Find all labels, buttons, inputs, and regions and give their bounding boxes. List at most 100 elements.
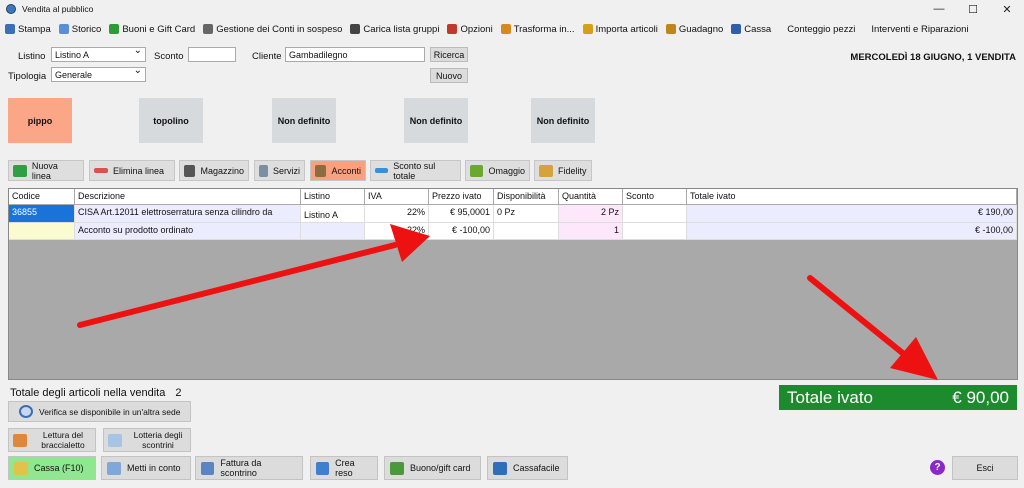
lettura-braccialetto-button[interactable]: Lettura del braccialetto — [8, 428, 96, 452]
minimize-icon[interactable]: — — [922, 0, 956, 18]
menu-label: Importa articoli — [595, 23, 658, 35]
ledger-icon — [203, 24, 214, 34]
cash-register-icon — [731, 24, 742, 34]
tile-non-definito-2[interactable]: Non definito — [404, 98, 468, 143]
acconti-button[interactable]: Acconti — [310, 160, 366, 181]
listino-select[interactable]: Listino A — [51, 45, 146, 62]
help-icon[interactable]: ? — [930, 460, 945, 475]
col-listino[interactable]: Listino — [301, 189, 365, 204]
col-codice[interactable]: Codice — [9, 189, 75, 204]
menu-importa-articoli[interactable]: Importa articoli — [582, 23, 658, 35]
close-icon[interactable]: ✕ — [990, 0, 1024, 18]
cell-descrizione[interactable]: Acconto su prodotto ordinato — [75, 223, 301, 239]
menu-conteggio-pezzi[interactable]: Conteggio pezzi — [787, 24, 855, 35]
cell-listino[interactable] — [301, 223, 365, 239]
cell-codice[interactable] — [9, 223, 75, 239]
col-totale-ivato[interactable]: Totale ivato — [687, 189, 1017, 204]
cliente-input[interactable]: Gambadilegno — [285, 47, 425, 62]
tile-pippo[interactable]: pippo — [8, 98, 72, 143]
cell-codice[interactable]: 36855 — [9, 205, 75, 222]
menu-storico[interactable]: Storico — [58, 24, 101, 35]
minus-icon — [94, 168, 108, 173]
cell-disponibilita[interactable]: 0 Pz — [494, 205, 559, 222]
voucher-icon — [390, 461, 404, 475]
button-label: Lettura del braccialetto — [41, 430, 85, 450]
fattura-da-scontrino-button[interactable]: Fattura da scontrino — [195, 456, 303, 480]
cassa-f10-button[interactable]: Cassa (F10) — [8, 456, 96, 480]
forklift-icon — [184, 164, 196, 177]
cassafacile-button[interactable]: Cassafacile — [487, 456, 568, 480]
summary-label: Totale degli articoli nella vendita — [10, 387, 166, 399]
button-label: Acconti — [331, 165, 361, 176]
window-title: Vendita al pubblico — [22, 4, 94, 14]
cell-listino[interactable]: Listino A — [301, 205, 365, 222]
tipologia-select[interactable]: Generale — [51, 65, 146, 82]
menu-bar: Stampa Storico Buoni e Gift Card Gestion… — [0, 19, 1024, 39]
cell-iva[interactable]: 22% — [365, 205, 429, 222]
cell-totale-ivato[interactable]: € -100,00 — [687, 223, 1017, 239]
cell-prezzo-ivato[interactable]: € -100,00 — [429, 223, 494, 239]
tile-topolino[interactable]: topolino — [139, 98, 203, 143]
menu-label: Cassa — [744, 23, 772, 35]
menu-trasforma[interactable]: Trasforma in... — [500, 24, 575, 35]
cell-quantita[interactable]: 2 Pz — [559, 205, 623, 222]
col-quantita[interactable]: Quantità — [559, 189, 623, 204]
services-icon — [259, 164, 268, 177]
esci-button[interactable]: Esci — [952, 456, 1018, 480]
cell-iva[interactable]: 22% — [365, 223, 429, 239]
buono-gift-card-button[interactable]: Buono/gift card — [384, 456, 481, 480]
col-prezzo-ivato[interactable]: Prezzo ivato — [429, 189, 494, 204]
button-label: Elimina linea — [113, 165, 165, 176]
sconto-totale-button[interactable]: Sconto sul totale — [370, 160, 461, 181]
gift-box-icon — [470, 164, 484, 177]
nuova-linea-button[interactable]: Nuova linea — [8, 160, 84, 181]
menu-gestione-conti[interactable]: Gestione dei Conti in sospeso — [203, 24, 342, 35]
total-label: Totale ivato — [787, 387, 873, 407]
col-descrizione[interactable]: Descrizione — [75, 189, 301, 204]
fidelity-button[interactable]: Fidelity — [534, 160, 592, 181]
menu-interventi-riparazioni[interactable]: Interventi e Riparazioni — [871, 24, 968, 35]
col-disponibilita[interactable]: Disponibilità — [494, 189, 559, 204]
tile-non-definito-1[interactable]: Non definito — [272, 98, 336, 143]
table-row[interactable]: 36855 CISA Art.12011 elettroserratura se… — [9, 205, 1017, 223]
lottery-icon — [108, 433, 122, 447]
omaggio-button[interactable]: Omaggio — [465, 160, 530, 181]
crea-reso-button[interactable]: Crea reso — [310, 456, 378, 480]
verifica-disponibilita-button[interactable]: Verifica se disponibile in un'altra sede — [8, 401, 191, 422]
menu-carica-lista-gruppi[interactable]: Carica lista gruppi — [350, 24, 439, 35]
menu-cassa[interactable]: Cassa — [731, 24, 771, 35]
magazzino-button[interactable]: Magazzino — [179, 160, 249, 181]
app-icon — [6, 4, 16, 14]
menu-guadagno[interactable]: Guadagno — [665, 24, 723, 35]
cell-prezzo-ivato[interactable]: € 95,0001 — [429, 205, 494, 222]
cell-disponibilita[interactable] — [494, 223, 559, 239]
metti-in-conto-button[interactable]: Metti in conto — [101, 456, 191, 480]
nuovo-button[interactable]: Nuovo — [430, 68, 468, 83]
cell-sconto[interactable] — [623, 223, 687, 239]
invoice-icon — [201, 461, 215, 475]
servizi-button[interactable]: Servizi — [254, 160, 305, 181]
menu-stampa[interactable]: Stampa — [5, 24, 51, 35]
tipologia-label: Tipologia — [8, 71, 47, 82]
sconto-input[interactable] — [188, 47, 236, 62]
cell-totale-ivato[interactable]: € 190,00 — [687, 205, 1017, 222]
magnifier-icon — [19, 405, 33, 418]
table-row[interactable]: Acconto su prodotto ordinato 22% € -100,… — [9, 223, 1017, 240]
col-iva[interactable]: IVA — [365, 189, 429, 204]
tile-non-definito-3[interactable]: Non definito — [531, 98, 595, 143]
maximize-icon[interactable]: ☐ — [956, 0, 990, 18]
menu-label: Interventi e Riparazioni — [871, 23, 969, 35]
cell-quantita[interactable]: 1 — [559, 223, 623, 239]
ricerca-button[interactable]: Ricerca — [430, 47, 468, 62]
lotteria-scontrini-button[interactable]: Lotteria degli scontrini — [103, 428, 191, 452]
elimina-linea-button[interactable]: Elimina linea — [89, 160, 175, 181]
menu-buoni-gift-card[interactable]: Buoni e Gift Card — [109, 24, 195, 35]
sales-grid: Codice Descrizione Listino IVA Prezzo iv… — [8, 188, 1018, 380]
menu-opzioni[interactable]: Opzioni — [447, 24, 493, 35]
cell-sconto[interactable] — [623, 205, 687, 222]
cell-descrizione[interactable]: CISA Art.12011 elettroserratura senza ci… — [75, 205, 301, 222]
deposit-icon — [315, 164, 327, 177]
window-controls: — ☐ ✕ — [922, 0, 1024, 18]
col-sconto[interactable]: Sconto — [623, 189, 687, 204]
printer-icon — [5, 24, 15, 34]
